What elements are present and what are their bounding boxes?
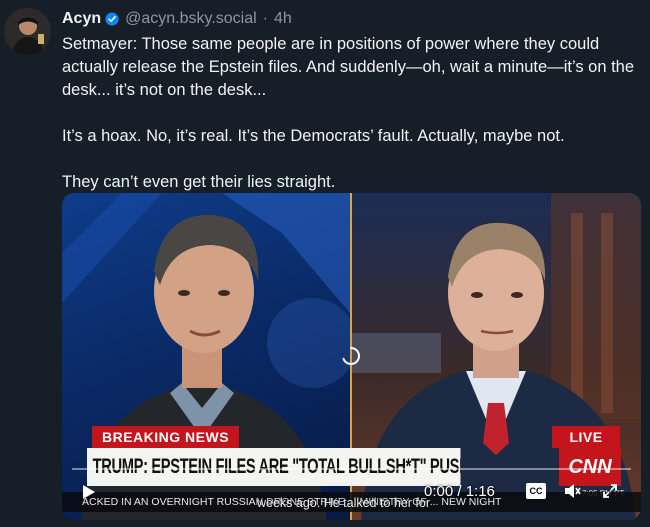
author-avatar[interactable]	[4, 8, 51, 55]
video-player[interactable]: BREAKING NEWS LIVE TRUMP: EPSTEIN FILES …	[62, 193, 641, 520]
author-name[interactable]: Acyn	[62, 10, 101, 28]
live-tag: LIVE	[552, 426, 620, 448]
play-icon[interactable]	[78, 482, 98, 502]
post-timestamp[interactable]: 4h	[274, 10, 292, 28]
video-controls: 0:00 / 1:16 CC	[62, 455, 641, 520]
post-paragraph: They can’t even get their lies straight.	[62, 173, 336, 191]
progress-bar[interactable]	[72, 468, 631, 470]
post-header: Acyn @acyn.bsky.social · 4h	[62, 9, 292, 29]
header-separator: ·	[262, 10, 268, 27]
video-time: 0:00 / 1:16	[424, 483, 495, 500]
loading-spinner-icon	[342, 347, 360, 365]
breaking-news-tag: BREAKING NEWS	[92, 426, 240, 448]
post-paragraph: Setmayer: Those same people are in posit…	[62, 35, 635, 99]
post-card[interactable]: Acyn @acyn.bsky.social · 4h Setmayer: Th…	[0, 0, 650, 527]
fullscreen-icon[interactable]	[600, 481, 620, 501]
verified-badge-icon	[105, 12, 119, 26]
captions-icon[interactable]: CC	[526, 483, 546, 499]
post-text: Setmayer: Those same people are in posit…	[62, 33, 642, 194]
post-paragraph: It’s a hoax. No, it’s real. It’s the Dem…	[62, 127, 565, 145]
mute-icon[interactable]	[562, 481, 582, 501]
author-handle[interactable]: @acyn.bsky.social	[125, 10, 257, 28]
